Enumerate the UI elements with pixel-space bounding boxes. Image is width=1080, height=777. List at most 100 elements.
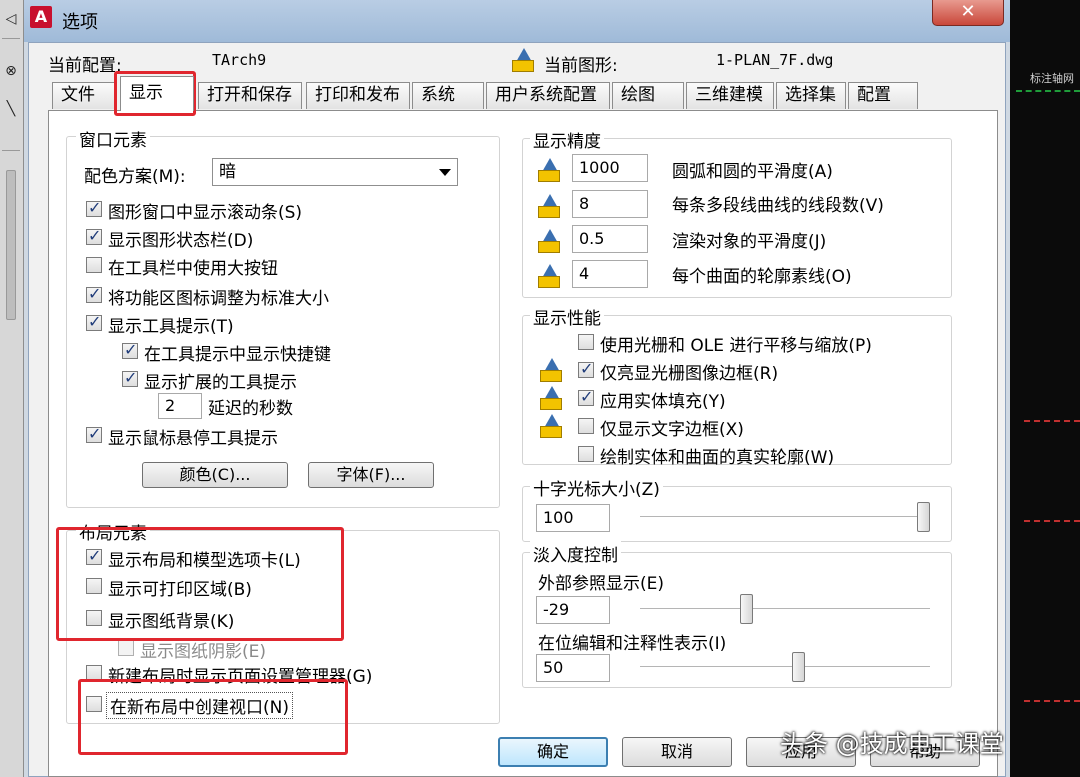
text-frame-label: 仅显示文字边框(X): [600, 420, 744, 440]
cancel-button[interactable]: 取消: [622, 737, 732, 767]
raster-frame-label: 仅亮显光栅图像边框(R): [600, 364, 779, 384]
scrollbars-checkbox[interactable]: [86, 198, 102, 217]
delay-seconds-label: 延迟的秒数: [208, 399, 293, 419]
crosshair-size-title: 十字光标大小(Z): [530, 475, 663, 500]
toolbar-divider: [2, 150, 20, 151]
arc-smoothness-input[interactable]: 1000: [572, 154, 648, 182]
solid-fill-checkbox[interactable]: [578, 387, 594, 406]
tab-user-preferences[interactable]: 用户系统配置: [486, 82, 610, 109]
color-scheme-select[interactable]: 暗: [212, 158, 458, 186]
arc-smoothness-label: 圆弧和圆的平滑度(A): [672, 162, 833, 182]
close-button[interactable]: ✕: [932, 0, 1004, 26]
dialog-titlebar[interactable]: [24, 0, 1010, 42]
xref-slider-thumb[interactable]: [740, 594, 753, 624]
fade-control-title: 淡入度控制: [530, 541, 621, 566]
highlight-create-viewport: [78, 679, 348, 755]
ribbon-icons-label: 将功能区图标调整为标准大小: [108, 289, 329, 309]
render-smoothness-input[interactable]: 0.5: [572, 225, 648, 253]
current-profile-label: 当前配置:: [48, 56, 122, 76]
contour-lines-label: 每个曲面的轮廓素线(O): [672, 267, 852, 287]
display-resolution-title: 显示精度: [530, 127, 604, 152]
autocad-app-icon: A: [30, 6, 52, 28]
resolution-icon: [538, 194, 560, 218]
current-profile-value: TArch9: [212, 51, 267, 69]
status-bar-label: 显示图形状态栏(D): [108, 231, 254, 251]
tab-display[interactable]: 显示: [120, 76, 194, 111]
ok-button[interactable]: 确定: [498, 737, 608, 767]
text-frame-checkbox[interactable]: [578, 418, 594, 434]
watermark-text: 头条 @技成电工课堂: [780, 730, 1004, 758]
toolbar-divider: [2, 38, 20, 39]
cad-red-line: [1024, 700, 1080, 702]
inplace-edit-label: 在位编辑和注释性表示(I): [538, 634, 727, 654]
inplace-slider-track[interactable]: [640, 666, 930, 668]
large-buttons-checkbox[interactable]: [86, 257, 102, 273]
polyline-segments-input[interactable]: 8: [572, 190, 648, 218]
cad-green-axis-line: [1016, 90, 1080, 92]
inplace-edit-input[interactable]: 50: [536, 654, 610, 682]
current-drawing-value: 1-PLAN_7F.dwg: [716, 51, 834, 69]
performance-icon: [540, 358, 562, 382]
tooltips-checkbox[interactable]: [86, 312, 102, 331]
contour-lines-input[interactable]: 4: [572, 260, 648, 288]
tool-icon[interactable]: ◁: [2, 10, 20, 28]
tab-profiles[interactable]: 配置: [848, 82, 918, 109]
performance-icon: [540, 386, 562, 410]
delay-seconds-input[interactable]: 2: [158, 393, 202, 419]
tab-open-save[interactable]: 打开和保存: [198, 82, 302, 109]
xref-display-label: 外部参照显示(E): [538, 574, 665, 594]
raster-ole-label: 使用光栅和 OLE 进行平移与缩放(P): [600, 336, 872, 356]
solid-fill-label: 应用实体填充(Y): [600, 392, 726, 412]
render-smoothness-label: 渲染对象的平滑度(J): [672, 232, 827, 252]
background-scrollbar[interactable]: [6, 170, 16, 320]
display-performance-title: 显示性能: [530, 304, 604, 329]
tab-plot-publish[interactable]: 打印和发布: [306, 82, 410, 109]
polyline-segments-label: 每条多段线曲线的线段数(V): [672, 196, 884, 216]
tab-3d-modeling[interactable]: 三维建模: [686, 82, 774, 109]
tab-selection[interactable]: 选择集: [776, 82, 846, 109]
large-buttons-label: 在工具栏中使用大按钮: [108, 259, 278, 279]
resolution-icon: [538, 264, 560, 288]
xref-display-input[interactable]: -29: [536, 596, 610, 624]
cad-annotation-text: 标注轴网: [1030, 72, 1074, 85]
tool-icon[interactable]: ⊗: [2, 62, 20, 80]
xref-slider-track[interactable]: [640, 608, 930, 610]
current-drawing-label: 当前图形:: [544, 56, 618, 76]
rollover-tooltips-checkbox[interactable]: [86, 424, 102, 443]
paper-shadow-checkbox[interactable]: [118, 640, 134, 656]
colors-button[interactable]: 颜色(C)...: [142, 462, 288, 488]
cad-red-line: [1024, 420, 1080, 422]
ribbon-icons-checkbox[interactable]: [86, 284, 102, 303]
color-scheme-value: 暗: [219, 162, 236, 182]
crosshair-slider-thumb[interactable]: [917, 502, 930, 532]
window-elements-title: 窗口元素: [76, 126, 150, 151]
cad-drawing-area: [1010, 0, 1080, 777]
background-window-toolbar: ◁ ⊗ ╲: [0, 0, 24, 777]
crosshair-size-input[interactable]: 100: [536, 504, 610, 532]
extended-tooltips-label: 显示扩展的工具提示: [144, 373, 297, 393]
status-bar-checkbox[interactable]: [86, 226, 102, 245]
tab-files[interactable]: 文件: [52, 82, 116, 109]
fonts-button[interactable]: 字体(F)...: [308, 462, 434, 488]
shortcut-tooltips-label: 在工具提示中显示快捷键: [144, 345, 331, 365]
drawing-icon: [512, 48, 534, 72]
cad-red-line: [1024, 520, 1080, 522]
raster-frame-checkbox[interactable]: [578, 359, 594, 378]
tab-system[interactable]: 系统: [412, 82, 484, 109]
tool-icon[interactable]: ╲: [2, 100, 20, 118]
scrollbars-label: 图形窗口中显示滚动条(S): [108, 203, 303, 223]
true-silhouettes-label: 绘制实体和曲面的真实轮廓(W): [600, 448, 835, 468]
true-silhouettes-checkbox[interactable]: [578, 446, 594, 462]
inplace-slider-thumb[interactable]: [792, 652, 805, 682]
shortcut-tooltips-checkbox[interactable]: [122, 340, 138, 359]
crosshair-slider-track[interactable]: [640, 516, 930, 518]
extended-tooltips-checkbox[interactable]: [122, 368, 138, 387]
resolution-icon: [538, 229, 560, 253]
tab-drafting[interactable]: 绘图: [612, 82, 684, 109]
tooltips-label: 显示工具提示(T): [108, 317, 234, 337]
dialog-title: 选项: [62, 12, 98, 33]
rollover-tooltips-label: 显示鼠标悬停工具提示: [108, 429, 278, 449]
raster-ole-checkbox[interactable]: [578, 334, 594, 350]
highlight-layout-tabs: [56, 527, 344, 641]
performance-icon: [540, 414, 562, 438]
